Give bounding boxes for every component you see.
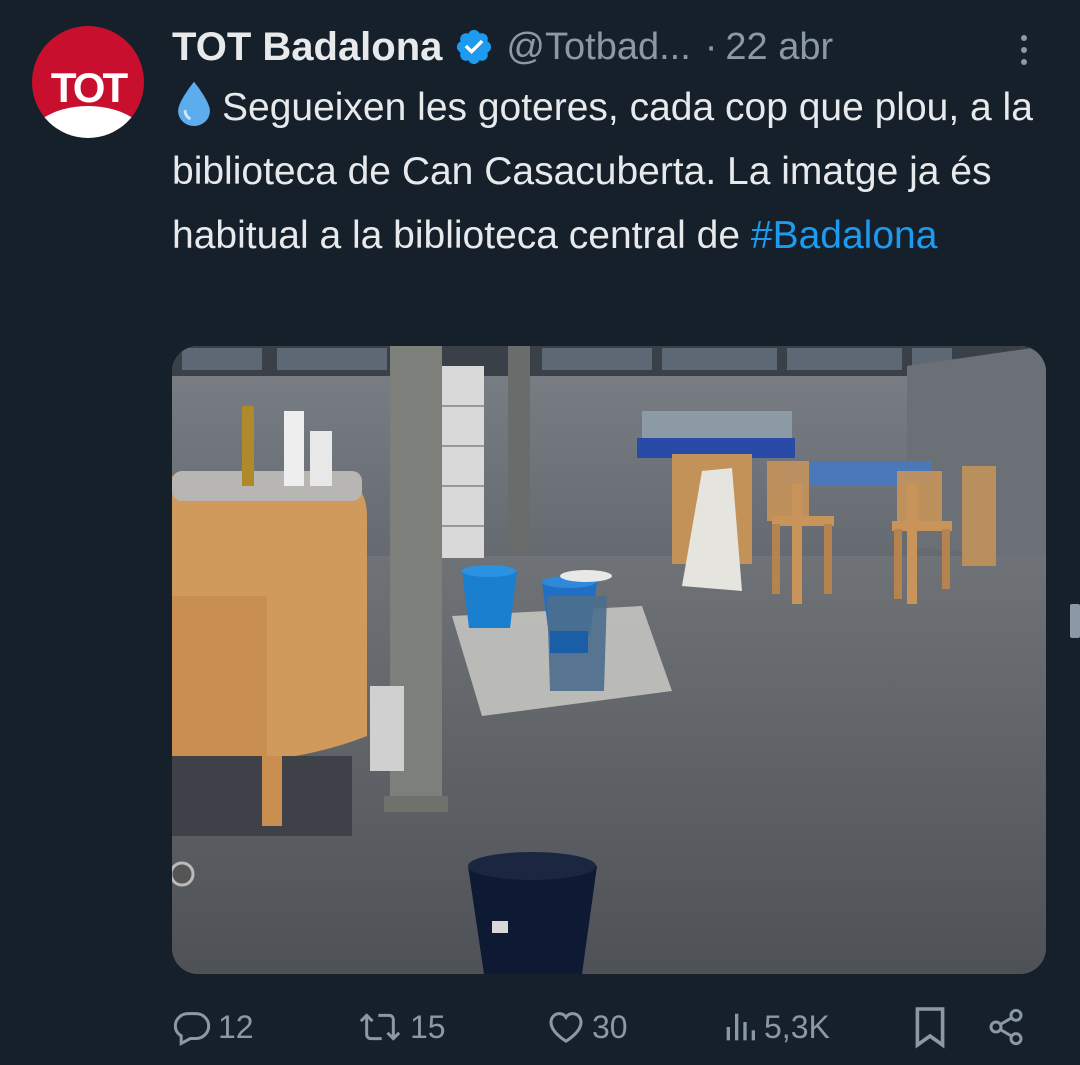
views-icon xyxy=(726,1013,755,1041)
droplet-icon xyxy=(178,81,210,126)
tweet-date[interactable]: 22 abr xyxy=(725,26,833,69)
account-name[interactable]: TOT Badalona xyxy=(172,25,442,70)
bookmark-icon xyxy=(915,1007,945,1049)
like-button[interactable]: 30 xyxy=(546,1000,628,1054)
scrollbar-thumb[interactable] xyxy=(1070,604,1080,638)
avatar-logo-text: TOT xyxy=(50,64,128,111)
views-button[interactable]: 5,3K xyxy=(722,1000,830,1054)
retweet-button[interactable]: 15 xyxy=(356,1000,446,1054)
tweet-photo[interactable] xyxy=(172,346,1046,974)
reply-button[interactable]: 12 xyxy=(172,1000,254,1054)
verified-badge-icon xyxy=(457,29,492,65)
views-count: 5,3K xyxy=(764,1008,830,1045)
reply-count: 12 xyxy=(218,1008,254,1045)
library-photo-illustration xyxy=(172,346,1046,974)
share-button[interactable] xyxy=(986,1000,1026,1054)
retweet-icon xyxy=(359,1013,401,1041)
share-icon xyxy=(989,1008,1023,1046)
more-options-icon[interactable] xyxy=(1012,30,1036,70)
heart-icon xyxy=(549,1012,583,1043)
bookmark-button[interactable] xyxy=(912,1000,948,1054)
tweet-text: Segueixen les goteres, cada cop que plou… xyxy=(172,76,1052,268)
reply-icon xyxy=(173,1012,211,1047)
tweet-header: TOT Badalona @Totbad... · 22 abr xyxy=(172,22,1040,72)
separator-dot: · xyxy=(704,25,718,68)
account-handle[interactable]: @Totbad... xyxy=(506,26,690,69)
like-count: 30 xyxy=(592,1008,628,1045)
tweet-actions: 12 15 30 5,3K xyxy=(172,1000,1046,1054)
retweet-count: 15 xyxy=(410,1008,446,1045)
hashtag-link[interactable]: #Badalona xyxy=(751,214,938,257)
avatar[interactable]: TOT xyxy=(32,26,144,138)
